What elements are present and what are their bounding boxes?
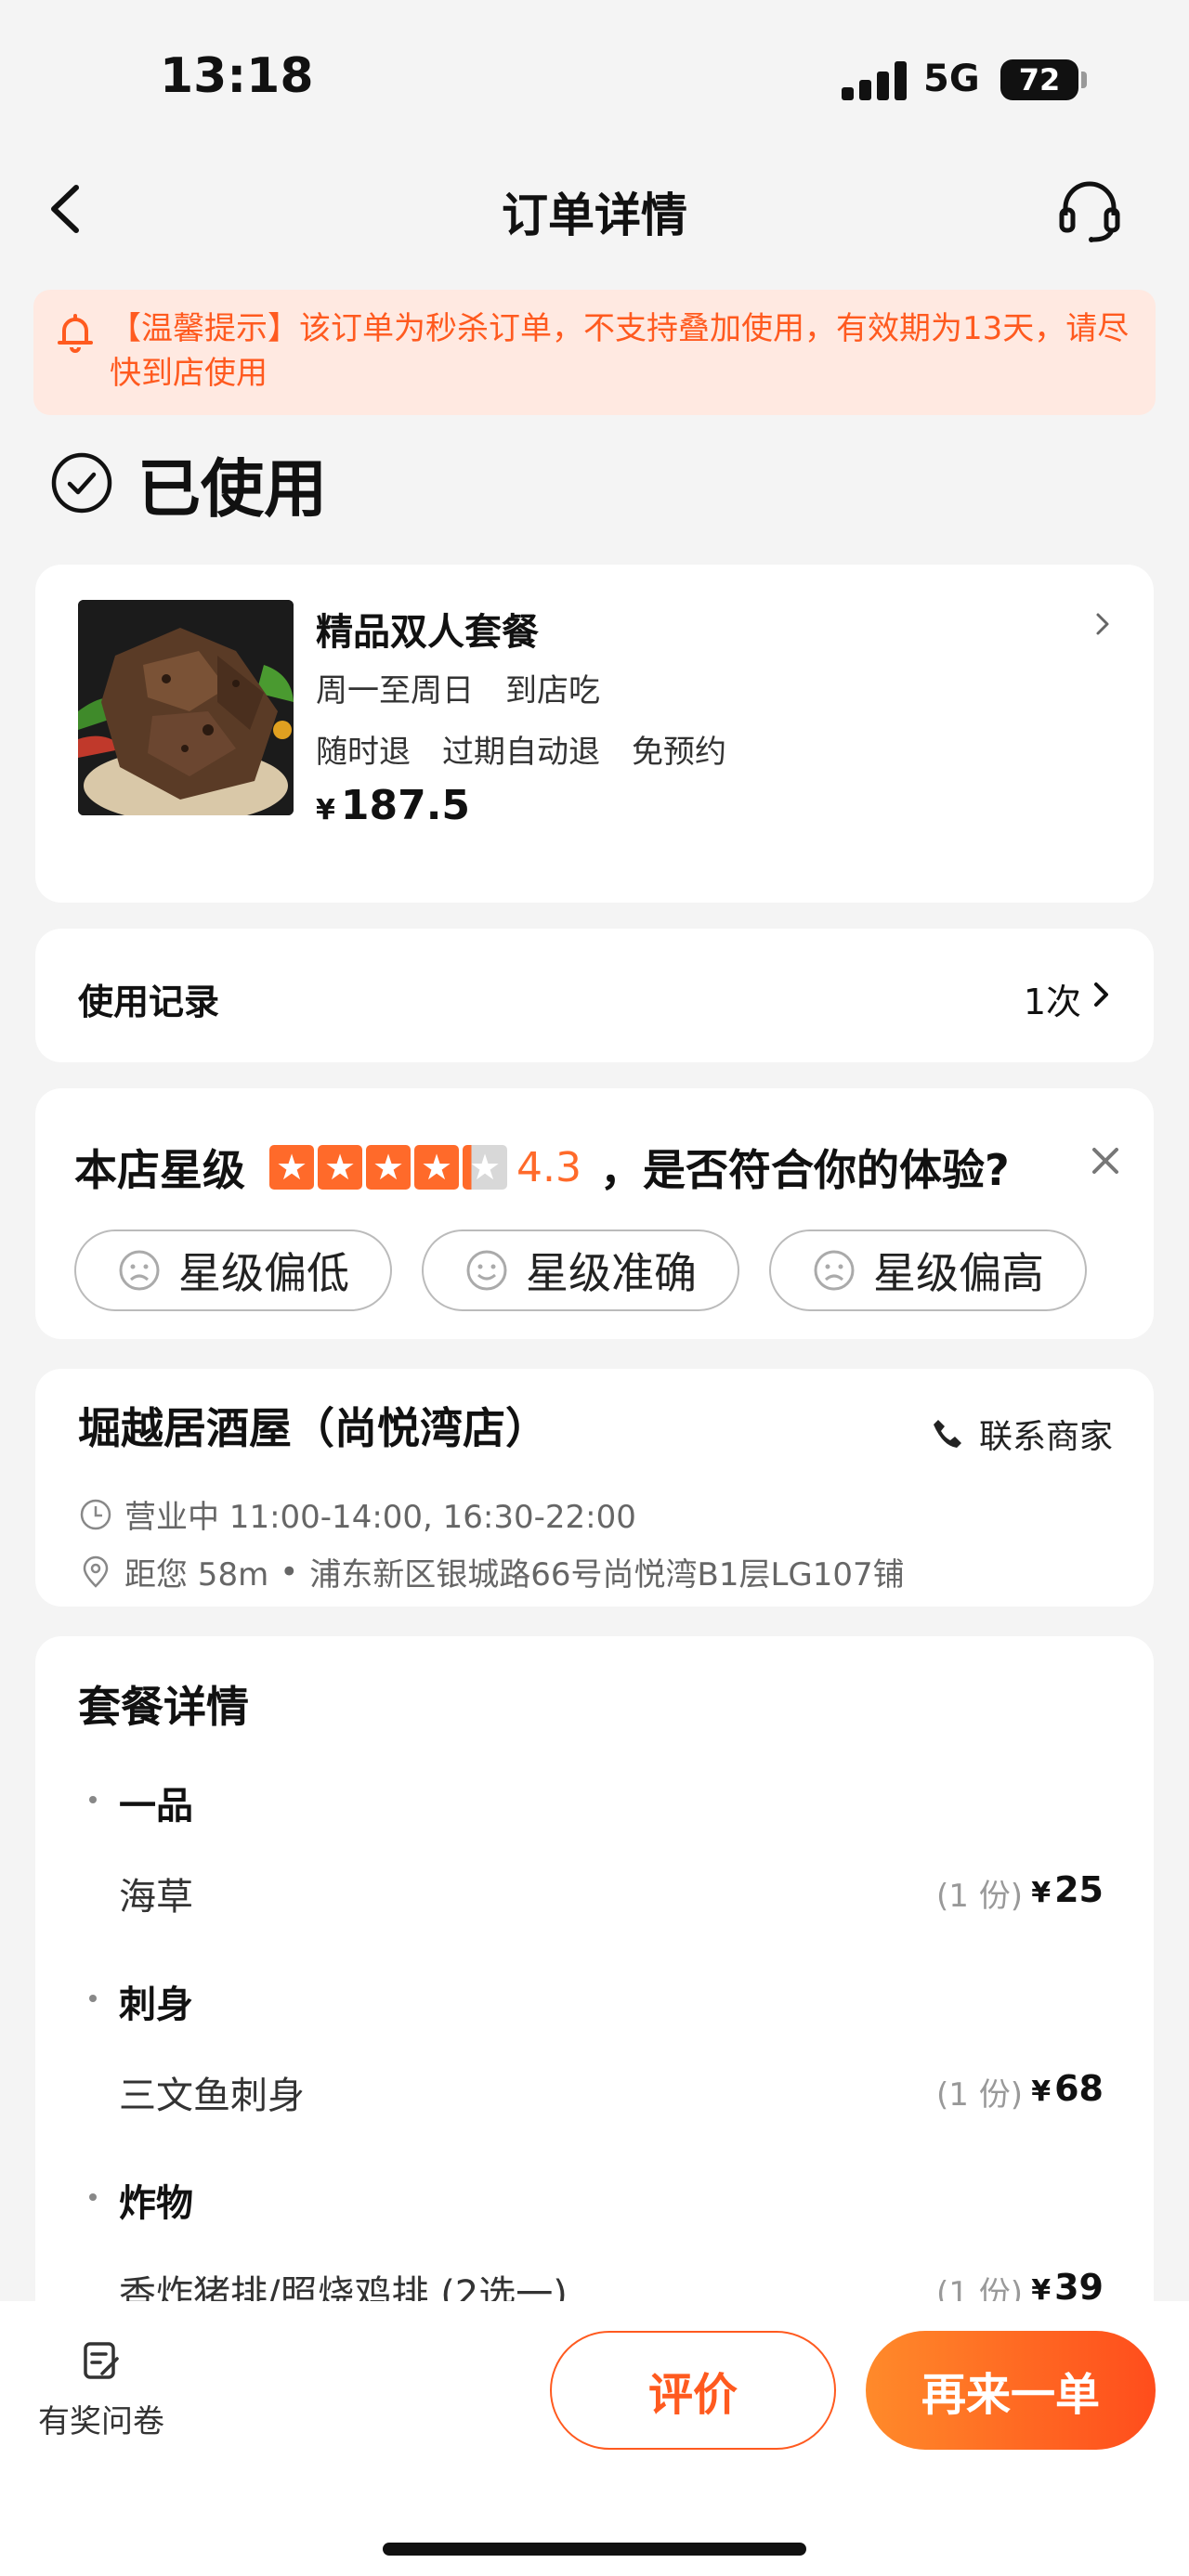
item-price: ¥25 [1031,1868,1104,1911]
package-group: 一品 海草 (1 份) ¥25 [78,1776,1146,1919]
rating-question: ，是否符合你的体验? [599,1145,1010,1195]
location-pin-icon [83,1555,109,1588]
package-group: 刺身 三文鱼刺身 (1 份) ¥68 [78,1974,1146,2117]
package-category: 刺身 [78,1974,1146,2028]
survey-label: 有奖问卷 [38,2403,164,2440]
usage-label: 使用记录 [78,982,220,1022]
hours-text: 营业中 11:00-14:00, 16:30-22:00 [124,1499,636,1536]
item-name: 海草 [119,1876,193,1919]
distance-text: 距您 58m [124,1556,269,1594]
package-category: 一品 [78,1776,1146,1829]
separator-dot: • [280,1553,299,1591]
rating-accurate-button[interactable]: 星级准确 [422,1229,739,1311]
item-qty: (1 份) [936,1878,1023,1915]
product-tags: 周一至周日 到店吃 [316,665,600,710]
battery-icon: 72 [1000,59,1078,100]
rating-score: 4.3 [516,1143,581,1191]
product-tag: 周一至周日 [316,672,474,709]
rating-options: 星级偏低 星级准确 星级偏高 [74,1229,1087,1311]
package-item: 三文鱼刺身 (1 份) ¥68 [78,2065,1146,2117]
star-rating: ★ ★ ★ ★ ★ [269,1145,507,1190]
product-name: 精品双人套餐 [316,611,539,654]
item-qty: (1 份) [936,2076,1023,2114]
customer-service-icon[interactable] [1054,175,1125,245]
clock-icon [80,1499,111,1529]
star-icon: ★ [269,1145,314,1190]
sad-face-icon [119,1250,160,1291]
product-policies: 随时退 过期自动退 免预约 [316,726,726,772]
option-label: 星级准确 [526,1248,697,1298]
currency-symbol: ¥ [316,794,335,826]
item-price: ¥68 [1031,2067,1104,2110]
sad-face-icon [814,1250,855,1291]
star-half-icon: ★ [463,1145,507,1190]
rating-row: 本店星级 ★ ★ ★ ★ ★ 4.3 ，是否符合你的体验? [74,1137,1010,1198]
notice-banner: 【温馨提示】该订单为秒杀订单，不支持叠加使用，有效期为13天，请尽快到店使用 [33,290,1156,415]
item-name: 三文鱼刺身 [119,2075,305,2117]
battery-cap [1081,72,1087,88]
star-icon: ★ [414,1145,459,1190]
currency-symbol: ¥ [1031,2075,1052,2108]
product-policy: 随时退 [316,734,411,771]
rating-label: 本店星级 [74,1145,245,1195]
order-status: 已使用 [50,436,327,529]
currency-symbol: ¥ [1031,1877,1052,1909]
package-item: 海草 (1 份) ¥25 [78,1867,1146,1919]
usage-count: 1次 [1023,982,1081,1022]
shop-hours: 营业中 11:00-14:00, 16:30-22:00 [78,1491,636,1537]
item-price-value: 25 [1054,1869,1104,1910]
product-policy: 过期自动退 [442,734,600,771]
product-policy: 免预约 [632,734,726,771]
rating-low-button[interactable]: 星级偏低 [74,1229,392,1311]
page-title: 订单详情 [502,189,687,242]
shop-address[interactable]: 距您 58m • 浦东新区银城路66号尚悦湾B1层LG107铺 [78,1549,905,1594]
chevron-right-icon [1096,613,1109,635]
product-image [78,600,294,815]
address-text: 浦东新区银城路66号尚悦湾B1层LG107铺 [309,1556,905,1594]
star-icon: ★ [366,1145,411,1190]
package-title: 套餐详情 [78,1682,249,1732]
phone-icon [933,1420,961,1448]
star-icon: ★ [318,1145,362,1190]
product-card[interactable]: 精品双人套餐 周一至周日 到店吃 随时退 过期自动退 免预约 ¥187.5 [35,565,1154,903]
contact-merchant-button[interactable]: 联系商家 [931,1410,1113,1458]
close-icon[interactable] [1087,1142,1124,1179]
smile-face-icon [466,1250,507,1291]
rating-high-button[interactable]: 星级偏高 [769,1229,1087,1311]
notice-text: 【温馨提示】该订单为秒杀订单，不支持叠加使用，有效期为13天，请尽快到店使用 [110,310,1130,392]
survey-button[interactable]: 有奖问卷 [32,2338,171,2441]
survey-edit-icon [84,2342,119,2379]
shop-card: 堀越居酒屋（尚悦湾店） 联系商家 营业中 11:00-14:00, 16:30-… [35,1369,1154,1607]
package-group: 炸物 香炸猪排/照烧鸡排 (2选一) (1 份) ¥39 [78,2173,1146,2316]
check-circle-icon [51,452,112,514]
reorder-button[interactable]: 再来一单 [866,2331,1156,2450]
option-label: 星级偏高 [873,1248,1044,1298]
product-price: ¥187.5 [316,782,470,829]
product-tag: 到店吃 [505,672,600,709]
bell-icon [58,314,93,353]
status-time: 13:18 [160,48,314,104]
item-price-value: 68 [1054,2068,1104,2109]
signal-icon [842,61,907,100]
bottom-action-bar: 有奖问卷 评价 再来一单 [0,2301,1189,2576]
package-category: 炸物 [78,2173,1146,2227]
chevron-right-icon [1094,982,1108,1007]
usage-record-row[interactable]: 使用记录 1次 [35,929,1154,1062]
order-status-text: 已使用 [137,452,328,527]
price-value: 187.5 [340,782,471,829]
review-button[interactable]: 评价 [550,2331,836,2450]
nav-bar: 订单详情 [0,158,1189,260]
rating-feedback-card: 本店星级 ★ ★ ★ ★ ★ 4.3 ，是否符合你的体验? 星级偏低 星级准确 … [35,1088,1154,1339]
home-indicator [383,2543,806,2556]
option-label: 星级偏低 [178,1248,349,1298]
status-bar: 13:18 5G 72 [0,0,1189,158]
network-type: 5G [923,58,980,100]
shop-name[interactable]: 堀越居酒屋（尚悦湾店） [78,1395,548,1456]
contact-label: 联系商家 [978,1418,1113,1456]
